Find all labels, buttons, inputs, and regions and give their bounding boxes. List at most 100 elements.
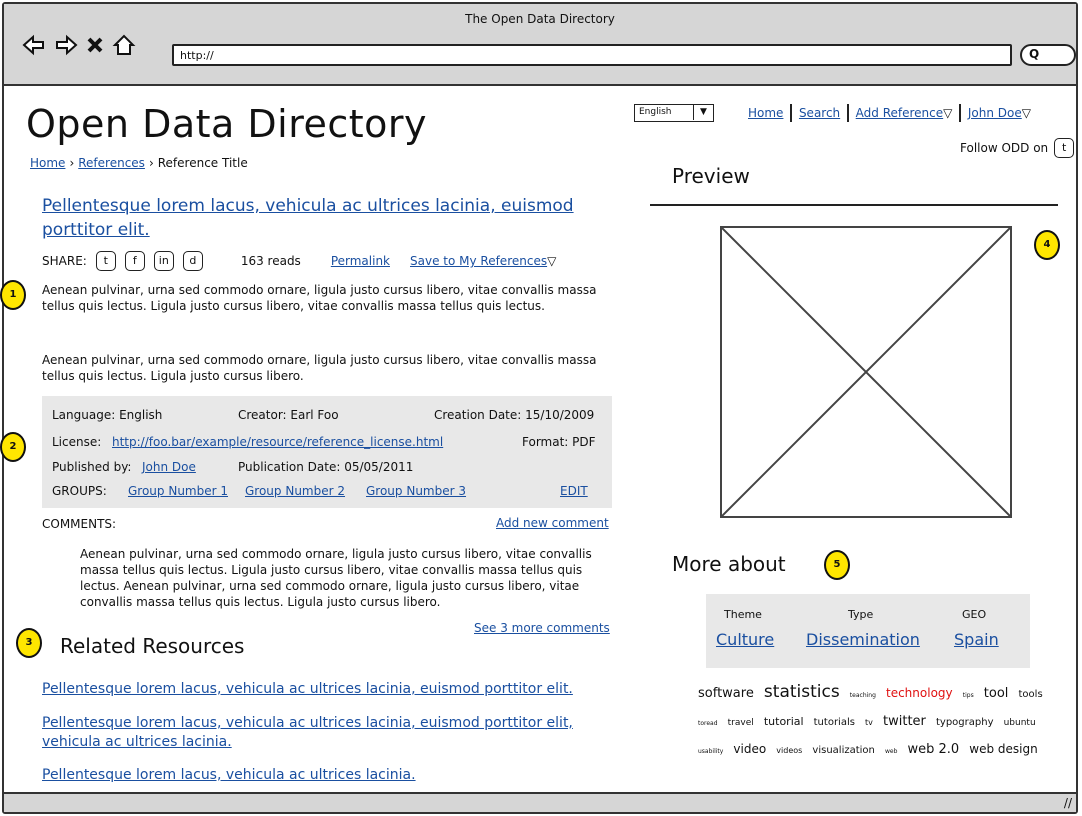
type-label: Type [848, 608, 874, 621]
theme-link[interactable]: Culture [716, 630, 774, 649]
related-resource-link[interactable]: Pellentesque lorem lacus, vehicula ac ul… [42, 766, 622, 785]
tag-link[interactable]: tools [1019, 689, 1043, 700]
chevron-down-icon[interactable]: ▽ [943, 106, 952, 120]
home-icon[interactable] [112, 34, 136, 56]
permalink-link[interactable]: Permalink [331, 254, 390, 268]
reads-count: 163 reads [240, 254, 301, 268]
nav-divider [790, 104, 792, 122]
window-title: The Open Data Directory [465, 12, 615, 26]
nav-home[interactable]: Home [748, 106, 783, 120]
tag-link[interactable]: videos [776, 746, 802, 755]
meta-format: Format: PDF [522, 435, 596, 449]
annotation-marker: 3 [16, 628, 42, 658]
resource-title[interactable]: Pellentesque lorem lacus, vehicula ac ul… [42, 194, 612, 242]
twitter-icon[interactable]: t [95, 251, 116, 271]
meta-creation-date: Creation Date: 15/10/2009 [434, 408, 595, 422]
preview-image-placeholder [720, 226, 1012, 518]
chevron-down-icon[interactable]: ▽ [1022, 106, 1031, 120]
publisher-link[interactable]: John Doe [142, 460, 196, 474]
meta-license-label: License: [52, 435, 102, 449]
tag-link[interactable]: usability [698, 748, 723, 755]
image-placeholder-icon [721, 227, 1011, 517]
comments-label: COMMENTS: [42, 517, 117, 531]
twitter-icon[interactable]: t [1054, 138, 1075, 158]
breadcrumb-home[interactable]: Home [30, 156, 65, 170]
type-link[interactable]: Dissemination [806, 630, 920, 649]
tag-link[interactable]: web 2.0 [908, 742, 960, 757]
tag-link[interactable]: toread [698, 720, 718, 727]
tag-link[interactable]: technology [886, 686, 953, 700]
group-link[interactable]: Group Number 2 [245, 484, 345, 498]
breadcrumb: Home › References › Reference Title [30, 156, 248, 170]
chevron-down-icon[interactable]: ▼ [693, 105, 713, 120]
share-row: SHARE: t f in d 163 reads Permalink Save… [42, 251, 622, 271]
status-bar: // [4, 792, 1076, 812]
preview-heading: Preview [672, 164, 750, 188]
meta-language: Language: English [52, 408, 163, 422]
chevron-down-icon[interactable]: ▽ [547, 254, 556, 268]
tag-link[interactable]: tutorial [764, 715, 804, 728]
add-comment-link[interactable]: Add new comment [496, 516, 609, 530]
nav-divider [959, 104, 961, 122]
tag-link[interactable]: web design [969, 742, 1037, 756]
tag-link[interactable]: tips [963, 692, 974, 699]
delicious-icon[interactable]: d [182, 251, 203, 271]
linkedin-icon[interactable]: in [153, 251, 174, 271]
share-label: SHARE: [42, 254, 87, 268]
tag-link[interactable]: web [885, 748, 897, 755]
top-nav: Home Search Add Reference ▽ John Doe ▽ [748, 104, 1031, 122]
nav-add-reference[interactable]: Add Reference [856, 106, 943, 120]
language-select[interactable]: English ▼ [634, 104, 714, 122]
see-more-comments-link[interactable]: See 3 more comments [474, 621, 610, 635]
tag-link[interactable]: tv [865, 718, 873, 727]
annotation-marker: 2 [0, 432, 26, 462]
tag-link[interactable]: twitter [883, 714, 926, 729]
edit-link[interactable]: EDIT [560, 484, 588, 498]
follow-odd: Follow ODD on t [960, 138, 1075, 158]
theme-label: Theme [724, 608, 762, 621]
nav-search[interactable]: Search [799, 106, 840, 120]
resize-grip-icon[interactable]: // [1064, 796, 1072, 810]
browser-chrome: The Open Data Directory http:// Q [4, 4, 1076, 86]
tag-link[interactable]: travel [728, 718, 754, 728]
breadcrumb-references[interactable]: References [78, 156, 145, 170]
chevron-right-icon: › [69, 156, 75, 170]
group-link[interactable]: Group Number 1 [128, 484, 228, 498]
browser-window: The Open Data Directory http:// Q Open D… [0, 2, 1078, 814]
search-icon: Q [1029, 47, 1040, 61]
meta-creator: Creator: Earl Foo [238, 408, 339, 422]
tag-link[interactable]: typography [936, 717, 994, 728]
tag-link[interactable]: ubuntu [1004, 718, 1036, 728]
url-input[interactable]: http:// [172, 44, 1012, 66]
annotation-marker: 5 [824, 550, 850, 580]
meta-published-label: Published by: [52, 460, 132, 474]
tag-link[interactable]: visualization [812, 745, 874, 756]
nav-user[interactable]: John Doe [968, 106, 1022, 120]
follow-label: Follow ODD on [960, 141, 1049, 155]
tag-link[interactable]: software [698, 686, 754, 701]
facebook-icon[interactable]: f [124, 251, 145, 271]
related-resource-link[interactable]: Pellentesque lorem lacus, vehicula ac ul… [42, 714, 622, 752]
tag-link[interactable]: statistics [764, 682, 840, 702]
nav-divider [847, 104, 849, 122]
related-resource-link[interactable]: Pellentesque lorem lacus, vehicula ac ul… [42, 680, 622, 699]
stop-icon[interactable] [86, 36, 104, 54]
forward-icon[interactable] [54, 34, 78, 56]
related-resources-heading: Related Resources [60, 634, 245, 658]
description-paragraph: Aenean pulvinar, urna sed commodo ornare… [42, 353, 597, 383]
group-link[interactable]: Group Number 3 [366, 484, 466, 498]
meta-publication-date: Publication Date: 05/05/2011 [238, 460, 414, 474]
geo-link[interactable]: Spain [954, 630, 999, 649]
tag-link[interactable]: teaching [850, 692, 876, 699]
breadcrumb-current: Reference Title [157, 156, 248, 170]
back-icon[interactable] [22, 34, 46, 56]
save-to-references-link[interactable]: Save to My References [410, 254, 547, 268]
tag-link[interactable]: video [733, 742, 766, 756]
description-paragraph: Aenean pulvinar, urna sed commodo ornare… [42, 283, 597, 313]
license-link[interactable]: http://foo.bar/example/resource/referenc… [112, 435, 443, 449]
annotation-marker: 1 [0, 280, 26, 310]
tag-link[interactable]: tutorials [814, 717, 855, 728]
browser-search-button[interactable]: Q [1020, 44, 1076, 66]
tag-link[interactable]: tool [984, 686, 1009, 701]
tag-cloud: software statistics teaching technology … [698, 680, 1048, 764]
